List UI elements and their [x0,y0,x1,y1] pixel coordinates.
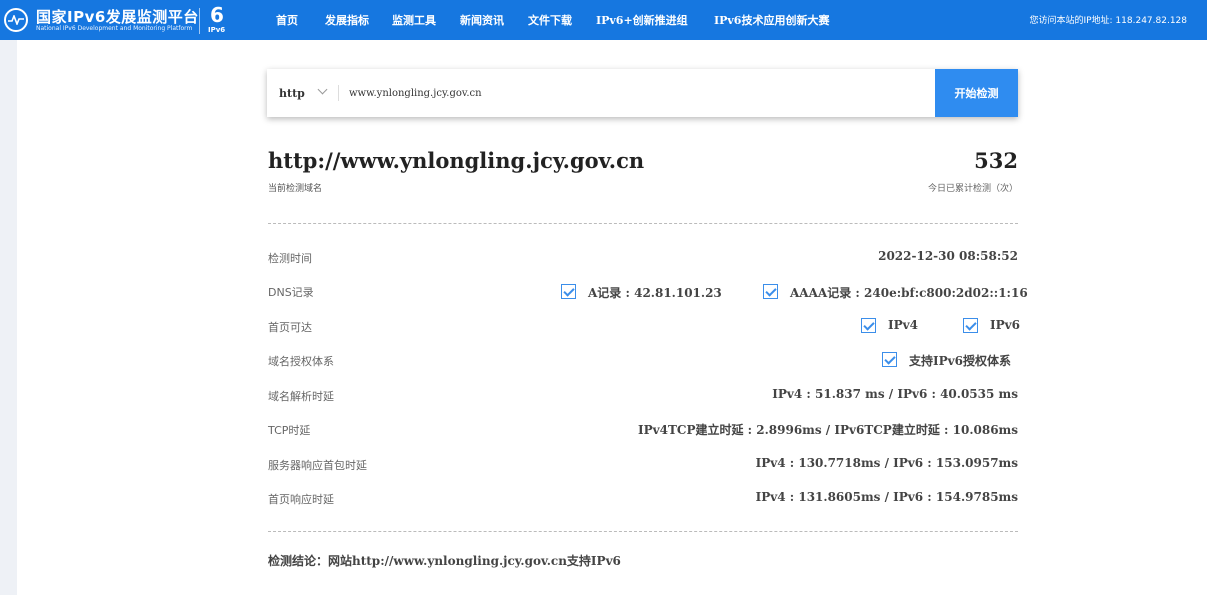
nav-ipv6-plus-group[interactable]: IPv6+创新推进组 [596,12,688,28]
logo-title: 国家IPv6发展监测平台 [36,8,199,26]
pulse-logo-icon [4,8,28,32]
ipv6-badge-label: IPv6 [208,26,226,34]
dns-a-record-text: A记录 : 42.81.101.23 [588,286,722,300]
section-divider [268,531,1018,532]
nav-news[interactable]: 新闻资讯 [460,12,504,28]
nav-ipv6-contest[interactable]: IPv6技术应用创新大赛 [714,12,829,28]
logo-subtitle: National IPv6 Development and Monitoring… [36,25,193,32]
platform-logo[interactable]: 国家IPv6发展监测平台 National IPv6 Development a… [4,3,229,36]
checkbox-checked-icon [882,352,897,367]
nav-home[interactable]: 首页 [276,12,298,28]
chevron-down-icon [317,84,328,95]
dns-aaaa-record-text: AAAA记录 : 240e:bf:c800:2d02::1:16 [790,286,1028,300]
reachable-ipv6-text: IPv6 [990,318,1020,332]
url-input[interactable] [349,81,909,105]
ipv6-six-icon: 6 [210,3,224,27]
protocol-select[interactable]: http [267,69,339,117]
row-label-domain-auth: 域名授权体系 [268,355,334,368]
reachable-ipv4: IPv4 [861,318,921,336]
section-divider [268,223,1018,224]
select-divider [338,85,339,101]
today-check-count-caption: 今日已累计检测（次） [927,184,1018,194]
row-label-tcp-latency: TCP时延 [268,424,311,437]
domain-auth-status: 支持IPv6授权体系 [882,352,1019,370]
row-label-resolve-latency: 域名解析时延 [268,390,334,403]
checkbox-checked-icon [963,318,978,333]
page-response-value: IPv4 : 131.8605ms / IPv6 : 154.9785ms [755,490,1018,504]
nav-indicators[interactable]: 发展指标 [325,12,369,28]
first-packet-value: IPv4 : 130.7718ms / IPv6 : 153.0957ms [755,456,1018,470]
reachable-ipv6: IPv6 [963,318,1020,336]
check-conclusion: 检测结论：网站http://www.ynlongling.jcy.gov.cn支… [268,554,621,568]
row-label-first-packet: 服务器响应首包时延 [268,459,367,472]
checkbox-checked-icon [763,284,778,299]
dns-a-record: A记录 : 42.81.101.23 [561,284,726,302]
checkbox-checked-icon [561,284,576,299]
checkbox-checked-icon [861,318,876,333]
visitor-ip-info: 您访问本站的IP地址: 118.247.82.128 [1029,16,1187,26]
nav-monitor-tools[interactable]: 监测工具 [392,12,436,28]
logo-divider [199,8,200,34]
tcp-latency-value: IPv4TCP建立时延 : 2.8996ms / IPv6TCP建立时延 : 1… [638,423,1018,437]
start-check-button[interactable]: 开始检测 [935,69,1018,117]
check-time-value: 2022-12-30 08:58:52 [878,249,1018,263]
protocol-value: http [279,87,305,100]
search-box: http 开始检测 [267,69,1018,117]
dns-aaaa-record: AAAA记录 : 240e:bf:c800:2d02::1:16 [763,284,1028,302]
checked-domain: http://www.ynlongling.jcy.gov.cn [268,148,645,173]
ipv6-badge: 6 IPv6 [207,3,229,36]
nav-downloads[interactable]: 文件下载 [528,12,572,28]
row-label-check-time: 检测时间 [268,252,312,265]
row-label-page-response: 首页响应时延 [268,493,334,506]
today-check-count: 532 [974,148,1018,173]
row-label-dns: DNS记录 [268,286,314,299]
top-nav-bar: 国家IPv6发展监测平台 National IPv6 Development a… [0,0,1207,40]
row-label-reachable: 首页可达 [268,321,312,334]
left-gutter [0,40,17,595]
checked-domain-caption: 当前检测域名 [268,184,323,194]
domain-auth-text: 支持IPv6授权体系 [909,354,1011,368]
reachable-ipv4-text: IPv4 [888,318,918,332]
resolve-latency-value: IPv4 : 51.837 ms / IPv6 : 40.0535 ms [772,387,1018,401]
